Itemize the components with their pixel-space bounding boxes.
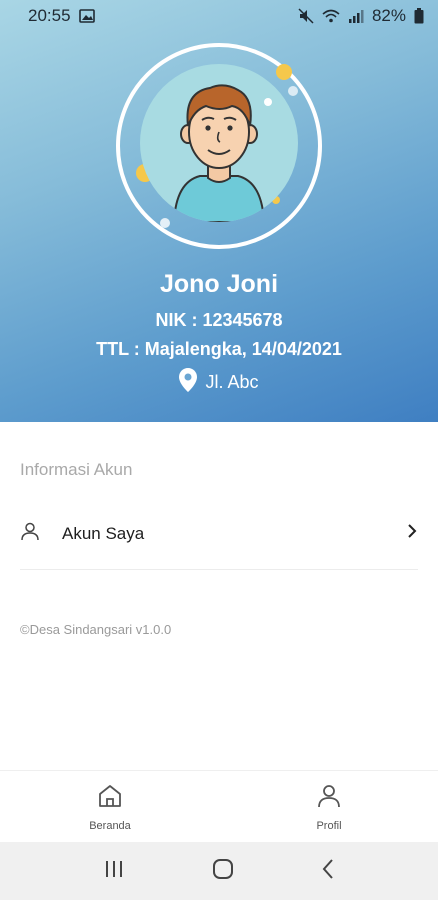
status-bar: 20:55 82% [0, 0, 438, 32]
decor-dot [160, 218, 170, 228]
address-text: Jl. Abc [205, 372, 259, 392]
account-menu-item[interactable]: Akun Saya [20, 498, 418, 570]
account-menu-label: Akun Saya [62, 523, 145, 543]
nav-label-profil: Profil [316, 819, 342, 832]
status-time: 20:55 [28, 6, 71, 25]
gallery-icon [78, 9, 95, 23]
profile-nik: NIK : 12345678 [155, 310, 283, 330]
signal-icon [348, 9, 364, 23]
profile-address: Jl. Abc [0, 368, 438, 397]
battery-percent: 82% [371, 6, 406, 25]
user-icon [316, 783, 342, 814]
decor-dot [276, 64, 292, 80]
back-icon[interactable] [321, 858, 335, 885]
nav-label-beranda: Beranda [89, 819, 131, 832]
profile-ttl: TTL : Majalengka, 14/04/2021 [96, 339, 342, 359]
nav-item-profil[interactable]: Profil [279, 771, 379, 843]
avatar [140, 64, 298, 222]
recent-apps-icon[interactable] [103, 859, 125, 884]
chevron-right-icon [406, 523, 418, 544]
app-version: ©Desa Sindangsari v1.0.0 [20, 622, 172, 637]
battery-icon [414, 8, 424, 24]
mute-icon [298, 8, 314, 24]
nav-item-beranda[interactable]: Beranda [60, 771, 160, 843]
decor-dot [288, 86, 298, 96]
profile-header: 20:55 82% Jono Joni NIK: 12345678 TTL:… [0, 0, 438, 422]
bottom-nav: Beranda Profil [0, 770, 438, 842]
wifi-icon [322, 9, 340, 23]
home-icon [97, 783, 123, 814]
home-button-icon[interactable] [212, 858, 234, 885]
location-pin-icon [179, 368, 198, 397]
section-title: Informasi Akun [20, 460, 133, 479]
system-navigation-bar [0, 842, 438, 900]
profile-name: Jono Joni [159, 270, 279, 298]
avatar-illustration [172, 84, 272, 222]
user-icon [20, 521, 40, 546]
